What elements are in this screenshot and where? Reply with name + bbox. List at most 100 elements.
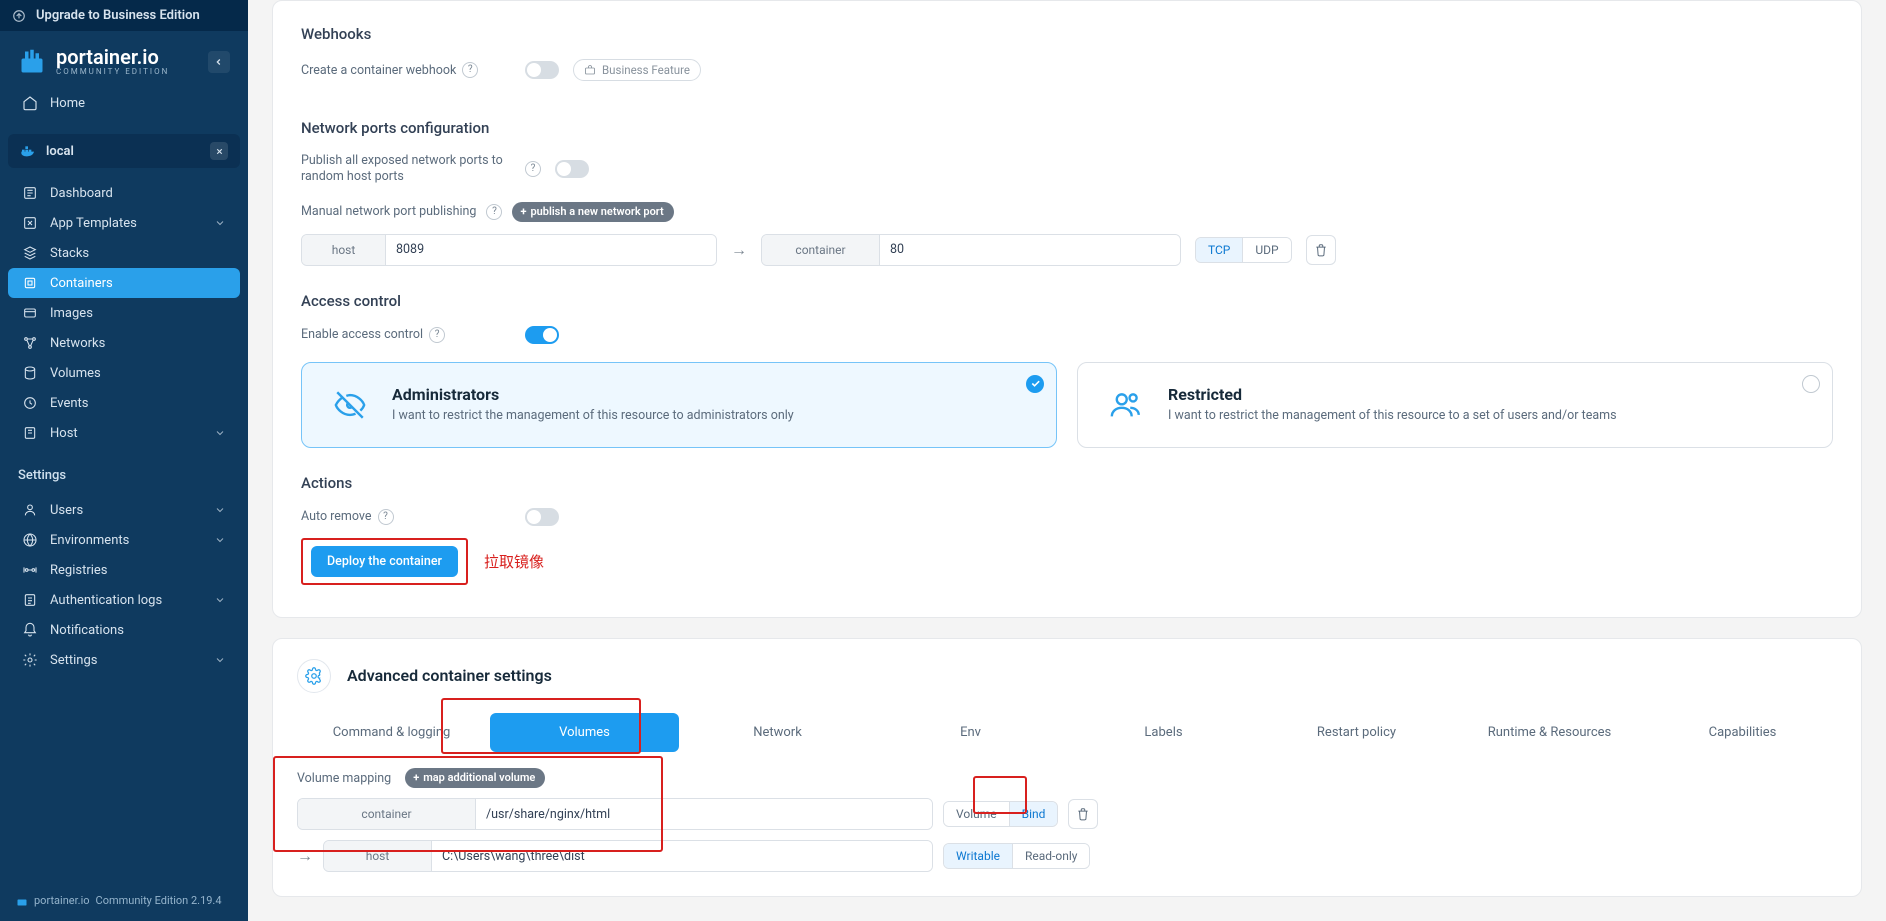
sidebar-settings-registries[interactable]: Registries xyxy=(8,555,240,585)
nav-icon xyxy=(22,425,38,441)
radio-unselected-icon xyxy=(1802,375,1820,393)
users-icon xyxy=(1106,385,1146,425)
sidebar-settings-users[interactable]: Users xyxy=(8,495,240,525)
sidebar-item-dashboard[interactable]: Dashboard xyxy=(8,178,240,208)
brand[interactable]: portainer.io COMMUNITY EDITION xyxy=(18,47,169,76)
vol-host-label: host xyxy=(324,841,432,871)
tab-restart-policy[interactable]: Restart policy xyxy=(1262,713,1451,752)
proto-udp-button[interactable]: UDP xyxy=(1242,238,1290,262)
tab-network[interactable]: Network xyxy=(683,713,872,752)
nav-icon xyxy=(22,275,38,291)
publish-port-button[interactable]: + publish a new network port xyxy=(512,202,673,222)
sidebar-settings-environments[interactable]: Environments xyxy=(8,525,240,555)
vol-type-bind-button[interactable]: Bind xyxy=(1009,802,1058,826)
sidebar-collapse-button[interactable] xyxy=(208,51,230,73)
access-option-admins[interactable]: Administrators I want to restrict the ma… xyxy=(301,362,1057,448)
network-title: Network ports configuration xyxy=(301,119,1833,137)
brand-name: portainer.io xyxy=(56,47,169,67)
sidebar-item-stacks[interactable]: Stacks xyxy=(8,238,240,268)
host-port-input[interactable] xyxy=(386,235,716,265)
nav-icon xyxy=(22,592,38,608)
access-section: Access control Enable access control ? xyxy=(301,292,1833,456)
help-icon[interactable]: ? xyxy=(378,509,394,525)
sidebar-settings-authentication-logs[interactable]: Authentication logs xyxy=(8,585,240,615)
vol-container-input[interactable] xyxy=(476,799,932,829)
delete-port-button[interactable] xyxy=(1306,235,1336,265)
sidebar-item-label: Environments xyxy=(50,533,129,548)
tab-volumes[interactable]: Volumes xyxy=(490,713,679,752)
sidebar-settings-notifications[interactable]: Notifications xyxy=(8,615,240,645)
enable-access-toggle[interactable] xyxy=(525,326,559,344)
sidebar-item-containers[interactable]: Containers xyxy=(8,268,240,298)
trash-icon xyxy=(1076,807,1090,821)
upgrade-banner[interactable]: Upgrade to Business Edition xyxy=(0,0,248,31)
sidebar-item-home[interactable]: Home xyxy=(8,88,240,118)
manual-publish-label: Manual network port publishing xyxy=(301,204,476,219)
deploy-button[interactable]: Deploy the container xyxy=(311,546,458,577)
delete-volume-button[interactable] xyxy=(1068,799,1098,829)
actions-title: Actions xyxy=(301,474,1833,492)
brand-sub: COMMUNITY EDITION xyxy=(56,67,169,76)
help-icon[interactable]: ? xyxy=(525,161,541,177)
plus-icon: + xyxy=(520,204,526,219)
tab-capabilities[interactable]: Capabilities xyxy=(1648,713,1837,752)
access-restricted-title: Restricted xyxy=(1168,385,1617,404)
nav-icon xyxy=(22,562,38,578)
access-option-restricted[interactable]: Restricted I want to restrict the manage… xyxy=(1077,362,1833,448)
sidebar-item-label: Containers xyxy=(50,276,113,291)
sidebar-settings-settings[interactable]: Settings xyxy=(8,645,240,675)
volume-mapping-label: Volume mapping xyxy=(297,771,391,786)
footer-text: Community Edition 2.19.4 xyxy=(96,894,222,907)
portainer-logo-icon xyxy=(18,48,46,76)
chevron-down-icon xyxy=(214,427,226,439)
sidebar-item-label: Stacks xyxy=(50,246,89,261)
help-icon[interactable]: ? xyxy=(486,204,502,220)
arrow-right-icon: → xyxy=(297,846,313,866)
nav-icon xyxy=(22,652,38,668)
tab-command-logging[interactable]: Command & logging xyxy=(297,713,486,752)
annotation-text: 拉取镜像 xyxy=(484,551,544,572)
docker-icon xyxy=(20,143,36,159)
auto-remove-toggle[interactable] xyxy=(525,508,559,526)
map-volume-button[interactable]: + map additional volume xyxy=(405,768,545,788)
tab-runtime-resources[interactable]: Runtime & Resources xyxy=(1455,713,1644,752)
sidebar-item-networks[interactable]: Networks xyxy=(8,328,240,358)
nav-icon xyxy=(22,395,38,411)
plus-icon: + xyxy=(413,770,419,785)
sidebar-item-events[interactable]: Events xyxy=(8,388,240,418)
host-port-label: host xyxy=(302,235,386,265)
sidebar-item-host[interactable]: Host xyxy=(8,418,240,448)
proto-tcp-button[interactable]: TCP xyxy=(1196,238,1242,262)
nav-icon xyxy=(22,365,38,381)
vol-type-segment: Volume Bind xyxy=(943,801,1058,827)
chevron-down-icon xyxy=(214,217,226,229)
chevron-down-icon xyxy=(214,504,226,516)
trash-icon xyxy=(1314,243,1328,257)
create-webhook-toggle[interactable] xyxy=(525,61,559,79)
nav-icon xyxy=(22,245,38,261)
publish-all-toggle[interactable] xyxy=(555,160,589,178)
tab-labels[interactable]: Labels xyxy=(1069,713,1258,752)
sidebar-item-label: Dashboard xyxy=(50,186,113,201)
env-close-button[interactable] xyxy=(210,142,228,160)
selected-check-icon xyxy=(1026,375,1044,393)
vol-type-volume-button[interactable]: Volume xyxy=(944,802,1009,826)
vol-host-input[interactable] xyxy=(432,841,932,871)
vol-readonly-button[interactable]: Read-only xyxy=(1012,844,1089,868)
access-admin-sub: I want to restrict the management of thi… xyxy=(392,408,794,423)
sidebar-item-label: Registries xyxy=(50,563,108,578)
sidebar-item-volumes[interactable]: Volumes xyxy=(8,358,240,388)
help-icon[interactable]: ? xyxy=(429,327,445,343)
sidebar-item-label: Networks xyxy=(50,336,105,351)
enable-access-label: Enable access control xyxy=(301,327,423,342)
container-port-input[interactable] xyxy=(880,235,1180,265)
vol-container-label: container xyxy=(298,799,476,829)
vol-writable-button[interactable]: Writable xyxy=(944,844,1012,868)
help-icon[interactable]: ? xyxy=(462,62,478,78)
sidebar-env[interactable]: local xyxy=(8,134,240,168)
nav-icon xyxy=(22,622,38,638)
sidebar-item-images[interactable]: Images xyxy=(8,298,240,328)
tab-env[interactable]: Env xyxy=(876,713,1065,752)
sidebar-item-app-templates[interactable]: App Templates xyxy=(8,208,240,238)
gear-icon xyxy=(297,659,331,693)
